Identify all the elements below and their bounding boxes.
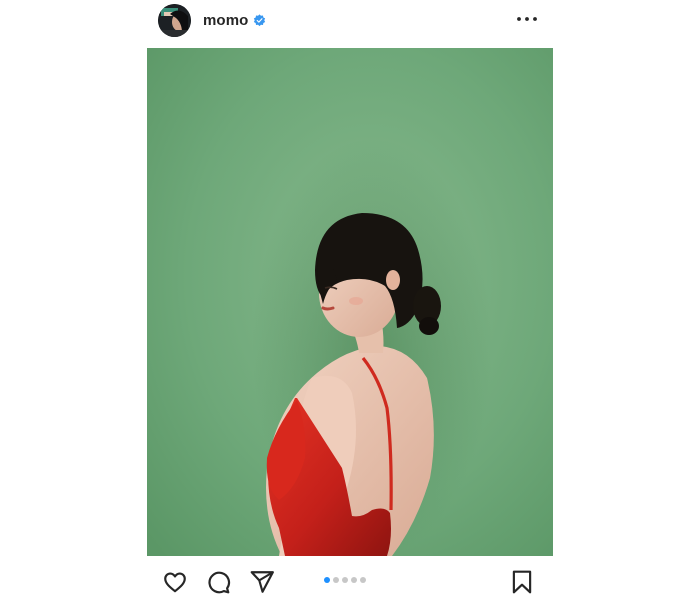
- photo-image: [147, 48, 553, 556]
- verified-badge-icon: [254, 13, 266, 26]
- more-options-icon[interactable]: [515, 11, 539, 27]
- post-photo[interactable]: [147, 48, 553, 556]
- carousel-dot-4[interactable]: [351, 577, 357, 583]
- instagram-post: momo: [147, 0, 553, 600]
- carousel-dot-3[interactable]: [342, 577, 348, 583]
- avatar-image: [158, 4, 191, 37]
- post-header: momo: [147, 0, 553, 48]
- carousel-dot-5[interactable]: [360, 577, 366, 583]
- comment-icon[interactable]: [205, 569, 231, 595]
- avatar[interactable]: [158, 4, 191, 37]
- carousel-dot-1[interactable]: [324, 577, 330, 583]
- share-icon[interactable]: [249, 569, 275, 595]
- heart-icon[interactable]: [162, 569, 188, 595]
- carousel-indicator: [324, 576, 376, 584]
- username[interactable]: momo: [203, 12, 248, 29]
- bookmark-icon[interactable]: [509, 569, 535, 595]
- carousel-dot-2[interactable]: [333, 577, 339, 583]
- post-actions-bar: [147, 556, 553, 600]
- username-row: momo: [203, 10, 266, 30]
